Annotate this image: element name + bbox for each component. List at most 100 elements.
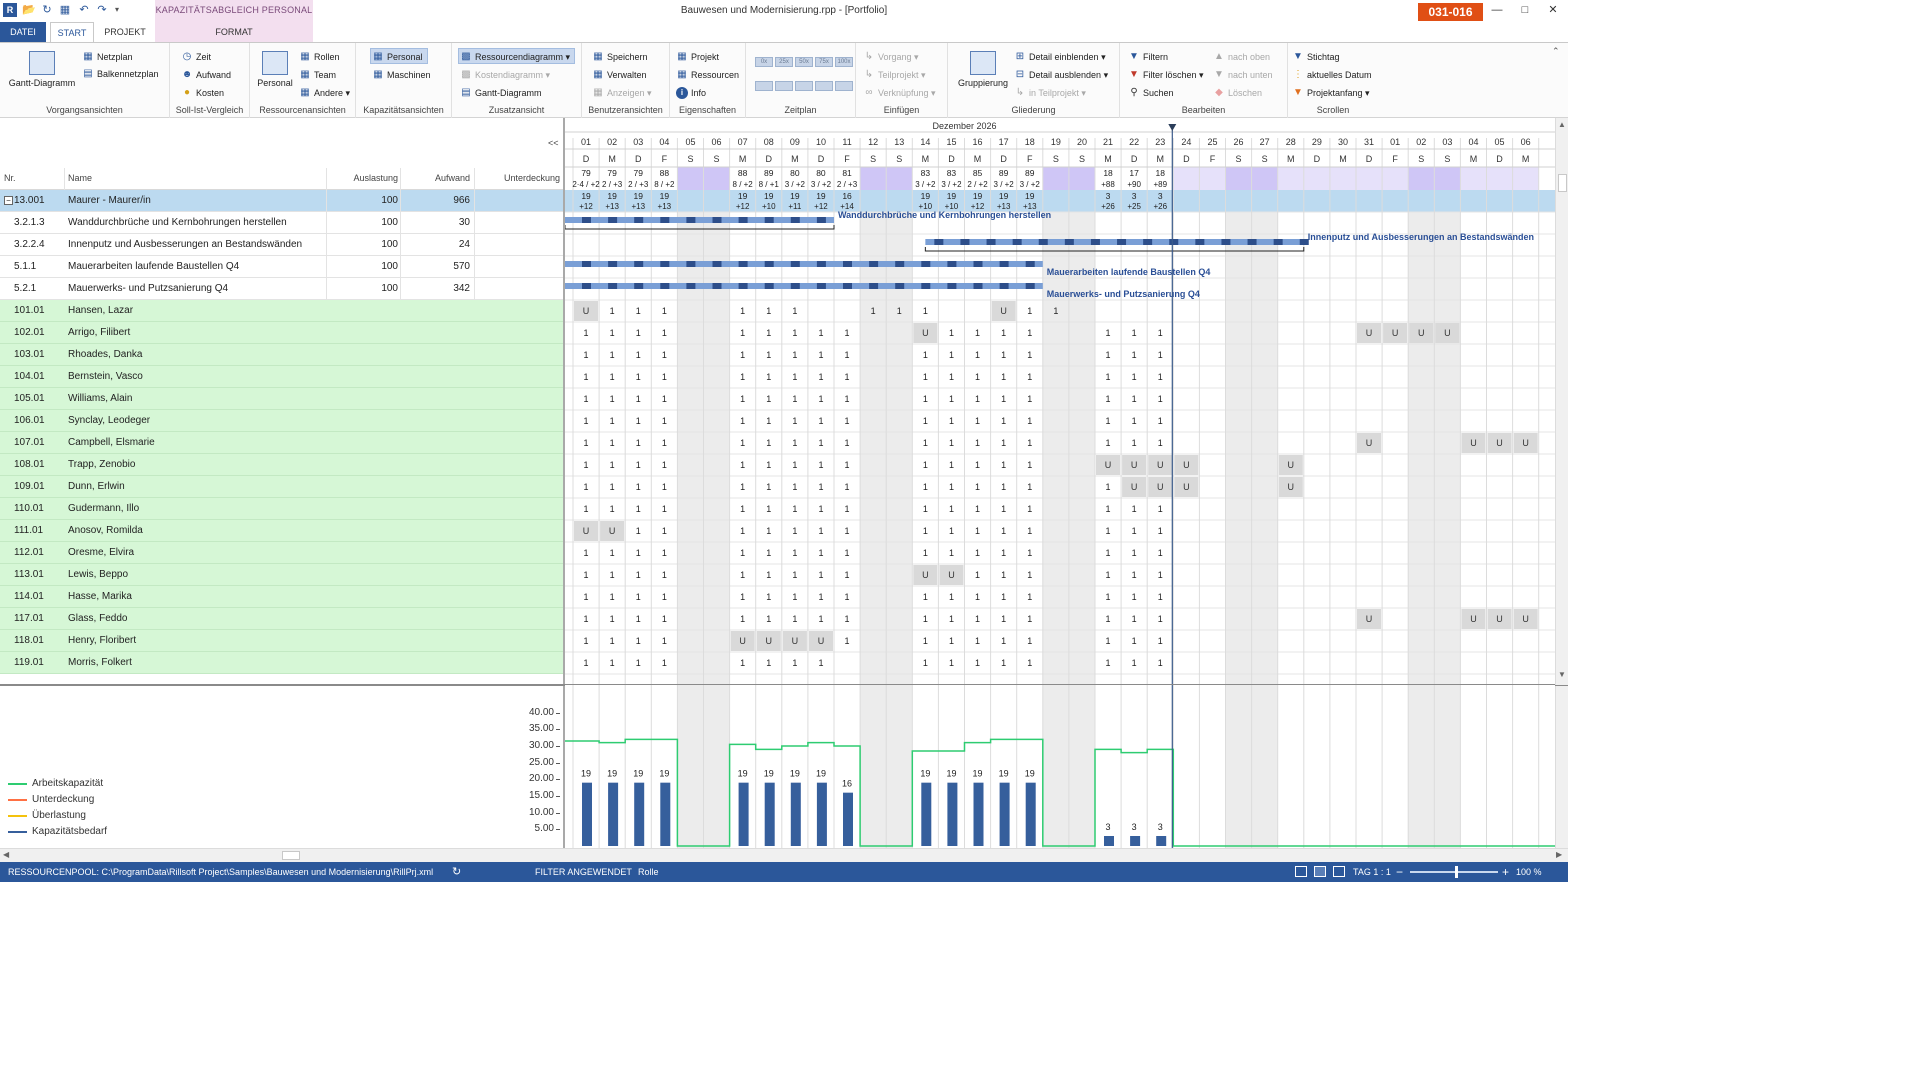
- resource-row[interactable]: 114.01 Hasse, Marika: [0, 586, 563, 608]
- detail-einblenden-dropdown[interactable]: ⊞ Detail einblenden ▾: [1013, 49, 1106, 65]
- resource-row[interactable]: 118.01 Henry, Floribert: [0, 630, 563, 652]
- zoom-in-icon[interactable]: +: [1502, 862, 1509, 882]
- resource-row[interactable]: 119.01 Morris, Folkert: [0, 652, 563, 674]
- resource-row[interactable]: 103.01 Rhoades, Danka: [0, 344, 563, 366]
- andere-dropdown[interactable]: ▦ Andere ▾: [298, 85, 350, 101]
- col-header-nr[interactable]: Nr.: [4, 173, 16, 183]
- resource-row[interactable]: 104.01 Bernstein, Vasco: [0, 366, 563, 388]
- filter-loeschen-dropdown[interactable]: ▼ Filter löschen ▾: [1127, 67, 1204, 83]
- resource-row[interactable]: 101.01 Hansen, Lazar: [0, 300, 563, 322]
- loeschen-button[interactable]: ◆ Löschen: [1212, 85, 1262, 101]
- scroll-right-icon[interactable]: ▶: [1556, 850, 1562, 859]
- timescale-year-icon[interactable]: [835, 81, 853, 91]
- gruppierung-button[interactable]: Gruppierung: [952, 51, 1014, 88]
- nach-oben-button[interactable]: ▲ nach oben: [1212, 49, 1270, 65]
- close-icon[interactable]: ✕: [1543, 3, 1563, 17]
- aktuelles-datum-button[interactable]: ⋮ aktuelles Datum: [1291, 67, 1372, 83]
- rollen-button[interactable]: ▦ Rollen: [298, 49, 339, 65]
- ressourcendiagramm-dropdown[interactable]: ▩ Ressourcendiagramm ▾: [458, 48, 576, 64]
- verwalten-button[interactable]: ▦ Verwalten: [591, 67, 646, 83]
- zeit-button[interactable]: ◷ Zeit: [180, 49, 211, 65]
- balkennetzplan-button[interactable]: ▤ Balkennetzplan: [81, 66, 158, 82]
- timescale-quarter-icon[interactable]: [815, 81, 833, 91]
- col-header-unterdeckung[interactable]: Unterdeckung: [474, 173, 560, 183]
- view-grid-icon[interactable]: [1314, 866, 1326, 877]
- grid-horizontal-scroll-thumb[interactable]: [282, 851, 300, 860]
- tab-datei[interactable]: DATEI: [0, 22, 46, 42]
- zoom-100-button[interactable]: 100x: [835, 57, 853, 67]
- zoom-out-icon[interactable]: −: [1396, 862, 1403, 882]
- gantt-diagramm-button[interactable]: Gantt-Diagramm: [6, 51, 78, 88]
- ribbon-collapse-icon[interactable]: ⌃: [1552, 46, 1560, 57]
- zoom-0-button[interactable]: 0x: [755, 57, 773, 67]
- resource-row[interactable]: 106.01 Synclay, Leodeger: [0, 410, 563, 432]
- projekt-eigenschaften-button[interactable]: ▦ Projekt: [675, 49, 719, 65]
- horizontal-scrollbar[interactable]: ◀ ▶: [0, 848, 1568, 862]
- kapazitaet-personal-button[interactable]: ▦ Personal: [370, 48, 428, 64]
- col-header-aufwand[interactable]: Aufwand: [400, 173, 470, 183]
- timescale-week-icon[interactable]: [775, 81, 793, 91]
- aufwand-button[interactable]: ☻ Aufwand: [180, 67, 231, 83]
- chart-vertical-scrollbar[interactable]: [1555, 686, 1568, 848]
- resource-row[interactable]: 108.01 Trapp, Zenobio: [0, 454, 563, 476]
- vorgang-dropdown[interactable]: ↳ Vorgang ▾: [862, 49, 919, 65]
- col-header-auslastung[interactable]: Auslastung: [326, 173, 398, 183]
- resource-row[interactable]: 107.01 Campbell, Elsmarie: [0, 432, 563, 454]
- resource-row[interactable]: 117.01 Glass, Feddo: [0, 608, 563, 630]
- team-button[interactable]: ▦ Team: [298, 67, 336, 83]
- maximize-icon[interactable]: □: [1515, 3, 1535, 17]
- timescale-day-icon[interactable]: [755, 81, 773, 91]
- zoom-slider-thumb[interactable]: [1455, 866, 1458, 878]
- kostendiagramm-dropdown[interactable]: ▩ Kostendiagramm ▾: [459, 67, 550, 83]
- in-teilprojekt-dropdown[interactable]: ↳ in Teilprojekt ▾: [1013, 85, 1086, 101]
- tab-start[interactable]: START: [50, 22, 94, 42]
- vertical-scroll-thumb[interactable]: [1558, 174, 1567, 192]
- view-normal-icon[interactable]: [1295, 866, 1307, 877]
- timescale-month-icon[interactable]: [795, 81, 813, 91]
- maschinen-button[interactable]: ▦ Maschinen: [371, 67, 430, 83]
- task-row[interactable]: 3.2.2.4 Innenputz und Ausbesserungen an B…: [0, 234, 563, 256]
- col-header-name[interactable]: Name: [68, 173, 92, 183]
- scroll-down-icon[interactable]: ▼: [1558, 670, 1566, 679]
- filtern-button[interactable]: ▼ Filtern: [1127, 49, 1168, 65]
- zoom-75-button[interactable]: 75x: [815, 57, 833, 67]
- nach-unten-button[interactable]: ▼ nach unten: [1212, 67, 1273, 83]
- projektanfang-dropdown[interactable]: ▼ Projektanfang ▾: [1291, 85, 1370, 101]
- zoom-slider[interactable]: [1410, 871, 1498, 873]
- task-row[interactable]: 3.2.1.3 Wanddurchbrüche und Kernbohrungen…: [0, 212, 563, 234]
- detail-ausblenden-dropdown[interactable]: ⊟ Detail ausblenden ▾: [1013, 67, 1108, 83]
- resource-row[interactable]: 109.01 Dunn, Erlwin: [0, 476, 563, 498]
- resource-row[interactable]: 111.01 Anosov, Romilda: [0, 520, 563, 542]
- scroll-left-icon[interactable]: ◀: [3, 850, 9, 859]
- zusatz-gantt-button[interactable]: ▤ Gantt-Diagramm: [459, 85, 541, 101]
- kosten-button[interactable]: ● Kosten: [180, 85, 224, 101]
- minimize-icon[interactable]: —: [1487, 3, 1507, 17]
- zoom-50-button[interactable]: 50x: [795, 57, 813, 67]
- anzeigen-dropdown[interactable]: ▦ Anzeigen ▾: [591, 85, 651, 101]
- suchen-button[interactable]: ⚲ Suchen: [1127, 85, 1173, 101]
- resource-row[interactable]: 113.01 Lewis, Beppo: [0, 564, 563, 586]
- personal-view-button[interactable]: Personal: [253, 51, 297, 88]
- task-row[interactable]: 5.1.1 Mauerarbeiten laufende Baustellen Q…: [0, 256, 563, 278]
- vertical-scrollbar[interactable]: ▲ ▼: [1555, 118, 1568, 685]
- task-row[interactable]: 5.2.1 Mauerwerks- und Putzsanierung Q4 100…: [0, 278, 563, 300]
- tab-format[interactable]: FORMAT: [160, 22, 308, 42]
- resource-row[interactable]: 112.01 Oresme, Elvira: [0, 542, 563, 564]
- speichern-button[interactable]: ▦ Speichern: [591, 49, 647, 65]
- stichtag-button[interactable]: ▼ Stichtag: [1291, 49, 1339, 65]
- verknuepfung-dropdown[interactable]: ∞ Verknüpfung ▾: [862, 85, 935, 101]
- collapse-toggle-icon[interactable]: −: [4, 196, 13, 205]
- tab-projekt[interactable]: PROJEKT: [100, 22, 150, 42]
- info-button[interactable]: i Info: [675, 85, 706, 101]
- resource-row[interactable]: 105.01 Williams, Alain: [0, 388, 563, 410]
- scroll-up-icon[interactable]: ▲: [1558, 120, 1566, 129]
- resource-row[interactable]: 110.01 Gudermann, Illo: [0, 498, 563, 520]
- netzplan-button[interactable]: ▦ Netzplan: [81, 49, 132, 65]
- ressourcen-eigenschaften-button[interactable]: ▦ Ressourcen: [675, 67, 739, 83]
- resource-row[interactable]: 102.01 Arrigo, Filibert: [0, 322, 563, 344]
- sync-icon[interactable]: ↻: [452, 862, 461, 882]
- group-row[interactable]: −13.001 Maurer - Maurer/in 100 966: [0, 190, 563, 212]
- collapse-grid-button[interactable]: <<: [548, 138, 559, 148]
- zoom-25-button[interactable]: 25x: [775, 57, 793, 67]
- view-chart-icon[interactable]: [1333, 866, 1345, 877]
